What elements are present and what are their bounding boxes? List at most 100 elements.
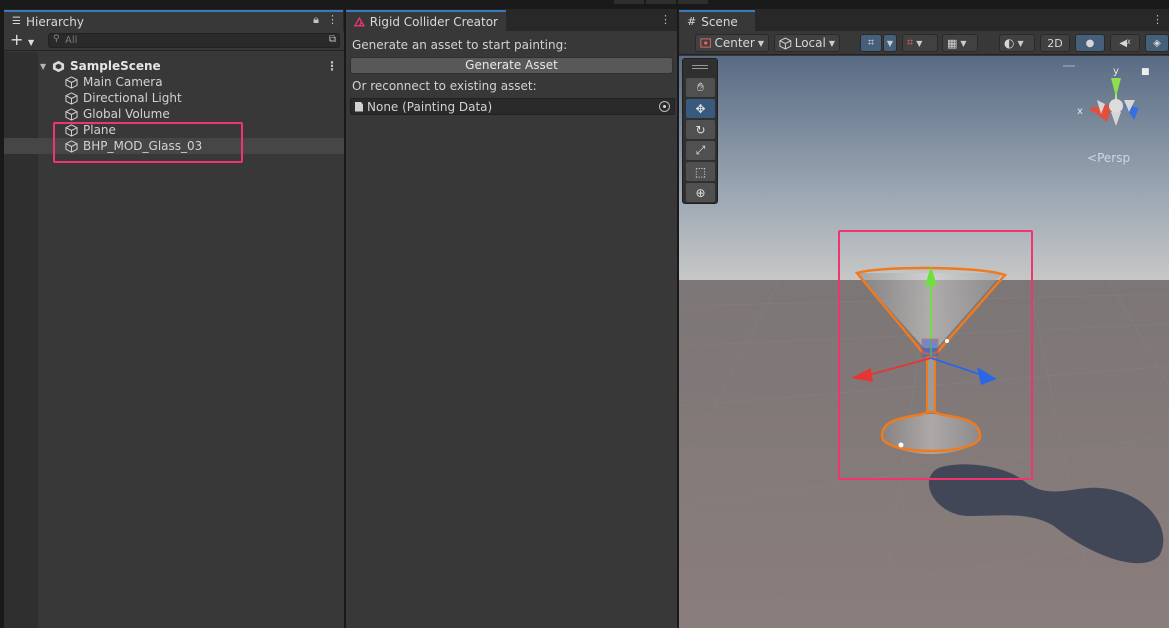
kebab-menu-icon[interactable]: ⋮: [1152, 13, 1163, 26]
toggle-2d-label: 2D: [1047, 36, 1063, 50]
scale-icon: ⤢: [695, 143, 706, 157]
creator-body: Generate an asset to start painting: Gen…: [346, 31, 677, 628]
tab-creator-label: Rigid Collider Creator: [369, 14, 498, 29]
move-tool-button[interactable]: ✥: [686, 99, 715, 118]
hierarchy-tab-tools: 🔒︎ ⋮: [313, 13, 338, 27]
specular-highlight: [945, 339, 949, 343]
scene-tab-tools: ⋮: [1152, 13, 1163, 26]
object-picker-icon[interactable]: [659, 101, 670, 112]
hand-icon: ✋︎: [697, 80, 704, 94]
shading-mode-dropdown[interactable]: ◐ ▼: [999, 34, 1035, 52]
tree-item-label: BHP_MOD_Glass_03: [83, 139, 203, 153]
transform-tool-button[interactable]: ⊕: [686, 183, 715, 202]
projection-label: Persp: [1097, 151, 1131, 165]
chevron-down-icon: ▼: [828, 38, 835, 48]
plane-handle[interactable]: [921, 338, 939, 358]
tab-rigid-collider-creator[interactable]: Rigid Collider Creator: [346, 10, 506, 31]
reconnect-prompt: Or reconnect to existing asset:: [352, 79, 537, 93]
audio-toggle[interactable]: ◀ᵡ: [1110, 34, 1140, 52]
tools-overlay: ✋︎ ✥ ↻ ⤢ ⬚ ⊕: [682, 58, 718, 204]
tree-row-scene[interactable]: ▼ SampleScene ⋮: [4, 58, 344, 74]
expand-arrow-icon[interactable]: ▼: [40, 62, 46, 71]
lock-icon[interactable]: ■: [1141, 67, 1150, 77]
tab-hierarchy-label: Hierarchy: [25, 14, 84, 29]
unity-scene-icon: [52, 60, 65, 72]
main-toolbar: [0, 0, 1169, 9]
tree-row-item[interactable]: Plane: [4, 122, 344, 138]
hierarchy-search-input[interactable]: [65, 34, 305, 47]
rotate-icon: ↻: [695, 122, 706, 137]
hierarchy-toolbar: +▼ ⚲ ⧉: [4, 31, 344, 51]
kebab-menu-icon[interactable]: ⋮: [660, 13, 671, 26]
chevron-down-icon: ▼: [1017, 38, 1024, 48]
pause-button[interactable]: [646, 0, 676, 4]
snap-increment-icon: ⌗: [907, 36, 914, 49]
tree-row-item[interactable]: Main Camera: [4, 74, 344, 90]
lighting-toggle[interactable]: ●: [1075, 34, 1105, 52]
creator-tabstrip: Rigid Collider Creator ⋮: [346, 9, 677, 31]
grid-snap-toggle[interactable]: ⌗: [860, 34, 882, 52]
create-button[interactable]: + ▼: [10, 32, 40, 50]
generate-asset-button[interactable]: Generate Asset: [350, 57, 673, 74]
grid-visibility-dropdown[interactable]: ▦ ▼: [942, 34, 978, 52]
search-icon: ⚲: [53, 34, 60, 44]
lightbulb-icon: ●: [1085, 37, 1095, 49]
drag-grip-icon[interactable]: [692, 65, 708, 69]
scene-name: SampleScene: [70, 59, 161, 73]
rect-tool-button[interactable]: ⬚: [686, 162, 715, 181]
tab-hierarchy[interactable]: ☰ Hierarchy: [4, 10, 343, 31]
gameobject-cube-icon: [65, 107, 78, 121]
hand-tool-button[interactable]: ✋︎: [686, 78, 715, 97]
chevron-down-icon: ▼: [886, 38, 894, 48]
scene-viewport[interactable]: y x ■ <Persp ✋︎ ✥ ↻ ⤢ ⬚ ⊕: [679, 56, 1169, 628]
tree-row-item-selected[interactable]: BHP_MOD_Glass_03: [4, 138, 344, 154]
space-mode-dropdown[interactable]: Local ▼: [774, 34, 840, 52]
rect-transform-icon: ⬚: [694, 164, 707, 179]
projection-toggle[interactable]: <Persp: [1087, 151, 1130, 165]
space-mode-label: Local: [794, 36, 826, 50]
tree-item-label: Directional Light: [83, 91, 182, 105]
hierarchy-search: ⚲ ⧉: [48, 33, 340, 48]
collider-creator-logo-icon: [354, 16, 365, 27]
scene-menu-icon[interactable]: ⋮: [326, 59, 338, 73]
gizmo-x-label: x: [1077, 106, 1083, 117]
scene-render: y x: [679, 56, 1169, 628]
rotate-tool-button[interactable]: ↻: [686, 120, 715, 139]
kebab-menu-icon[interactable]: ⋮: [327, 13, 338, 27]
step-button[interactable]: [678, 0, 708, 4]
play-button[interactable]: [614, 0, 644, 4]
scale-tool-button[interactable]: ⤢: [686, 141, 715, 160]
perspective-chevron-icon: <: [1087, 151, 1098, 165]
tab-scene-label: Scene: [701, 14, 738, 29]
chevron-down-icon: ▼: [960, 38, 967, 48]
chevron-down-icon: ▼: [28, 38, 35, 47]
tab-scene[interactable]: # Scene: [679, 10, 755, 31]
gameobject-cube-icon: [65, 139, 78, 153]
tree-row-item[interactable]: Global Volume: [4, 106, 344, 122]
tree-row-item[interactable]: Directional Light: [4, 90, 344, 106]
tree-item-label: Plane: [83, 123, 116, 137]
search-filter-icon[interactable]: ⧉: [329, 34, 336, 45]
toggle-2d-button[interactable]: 2D: [1040, 34, 1070, 52]
plus-icon: +: [10, 30, 24, 49]
grid-visibility-icon: ▦: [947, 36, 958, 50]
hierarchy-tree: ▼ SampleScene ⋮ Main Camera Directional …: [4, 52, 344, 628]
incremental-snap-toggle[interactable]: ⌗ ▼: [902, 34, 938, 52]
generate-prompt: Generate an asset to start painting:: [352, 38, 568, 52]
grid-hash-icon: #: [687, 15, 697, 28]
transform-all-icon: ⊕: [695, 185, 706, 200]
scene-toolbar: Center ▼ Local ▼ ⌗ ▼ ⌗ ▼ ▦ ▼ ◐ ▼ 2D ● ◀ᵡ…: [679, 31, 1169, 55]
grid-snap-dropdown[interactable]: ▼: [883, 34, 897, 52]
pivot-mode-dropdown[interactable]: Center ▼: [695, 34, 769, 52]
lock-icon[interactable]: 🔒︎: [313, 13, 319, 27]
painting-data-field[interactable]: None (Painting Data): [350, 98, 675, 115]
hierarchy-list-icon: ☰: [12, 16, 21, 27]
effects-toggle[interactable]: ◈: [1145, 34, 1169, 52]
pivot-center-icon: [700, 38, 712, 48]
audio-mute-icon: ◀ᵡ: [1119, 37, 1131, 49]
glass-stem: [928, 356, 934, 412]
tree-item-label: Main Camera: [83, 75, 163, 89]
gameobject-cube-icon: [65, 91, 78, 105]
move-arrows-icon: ✥: [695, 101, 706, 116]
local-space-icon: [779, 36, 792, 50]
